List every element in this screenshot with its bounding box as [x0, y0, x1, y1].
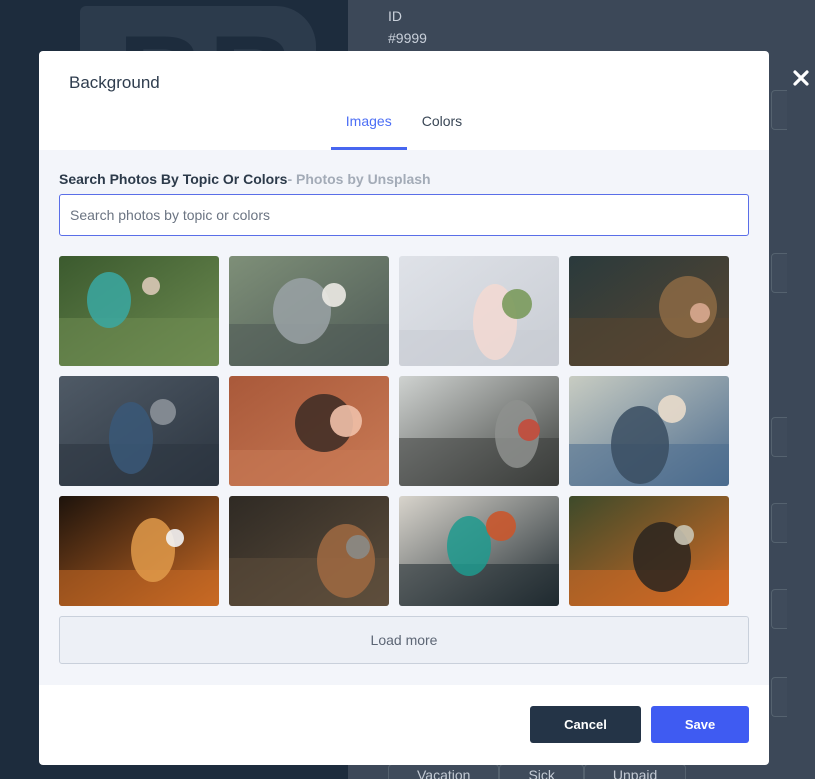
save-button[interactable]: Save: [651, 706, 749, 743]
photo-white-flowers[interactable]: [399, 256, 559, 366]
bg-tab-vacation: Vacation: [388, 764, 500, 779]
photo-guitar-player[interactable]: [399, 496, 559, 606]
tab-images[interactable]: Images: [330, 110, 407, 150]
bg-field-edge: [771, 503, 787, 543]
photo-cases-and-rope[interactable]: [229, 496, 389, 606]
bg-field-edge: [771, 677, 787, 717]
load-more-button[interactable]: Load more: [59, 616, 749, 664]
id-label: ID: [388, 8, 402, 24]
photo-motion-blur-wall[interactable]: [399, 376, 559, 486]
bg-leave-tabs: Vacation Sick Unpaid: [388, 764, 687, 779]
search-label-text: Search Photos By Topic Or Colors: [59, 171, 288, 187]
photo-phone-archway[interactable]: [229, 376, 389, 486]
close-icon-glyph: [793, 70, 809, 86]
bg-field-edge: [771, 253, 787, 293]
photo-backpack-waterfall[interactable]: [569, 496, 729, 606]
bg-field-edge: [771, 417, 787, 457]
bg-field-edge: [771, 589, 787, 629]
close-icon[interactable]: [790, 67, 812, 89]
search-label: Search Photos By Topic Or Colors- Photos…: [59, 171, 431, 187]
photo-feet-in-forest[interactable]: [569, 256, 729, 366]
search-label-source: - Photos by Unsplash: [287, 171, 431, 187]
photo-man-at-computer[interactable]: [59, 496, 219, 606]
background-modal: Background Images Colors Search Photos B…: [39, 51, 769, 765]
modal-tabs: Images Colors: [39, 110, 769, 150]
tab-colors[interactable]: Colors: [407, 110, 477, 150]
photo-grid: [59, 256, 729, 606]
photo-woman-laptop-bench[interactable]: [59, 256, 219, 366]
photo-man-sitting-city[interactable]: [59, 376, 219, 486]
bg-tab-sick: Sick: [499, 764, 584, 779]
bg-field-edge: [771, 90, 787, 130]
id-value: #9999: [388, 30, 427, 46]
photo-man-sunglasses-denim[interactable]: [569, 376, 729, 486]
modal-title: Background: [69, 73, 160, 92]
modal-body: Search Photos By Topic Or Colors- Photos…: [39, 150, 769, 685]
cancel-button[interactable]: Cancel: [530, 706, 641, 743]
search-input[interactable]: [59, 194, 749, 236]
photo-feet-on-dock[interactable]: [229, 256, 389, 366]
bg-tab-unpaid: Unpaid: [583, 764, 687, 779]
